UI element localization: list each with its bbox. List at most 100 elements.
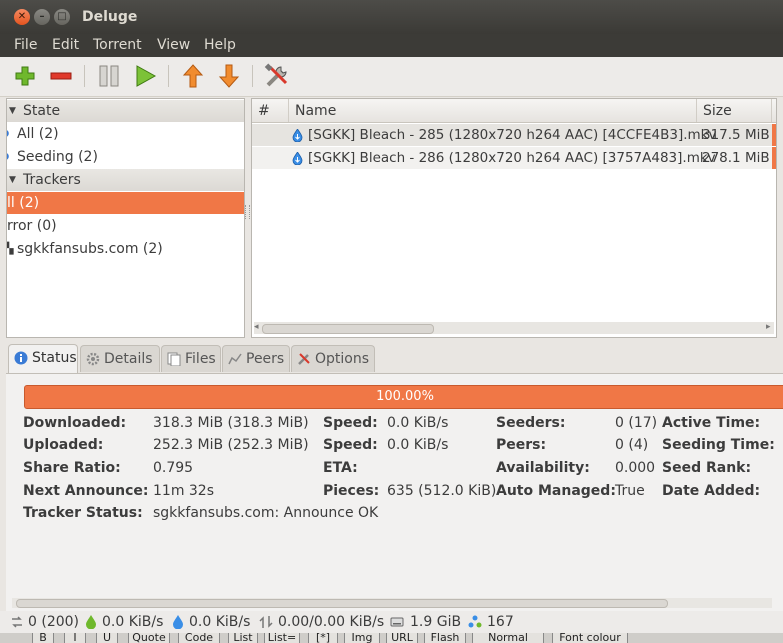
tab-status[interactable]: Status — [8, 344, 78, 373]
info-icon — [14, 351, 28, 365]
seeding-drop-icon — [292, 129, 303, 142]
upload-speed-value: 0.0 KiB/s — [387, 437, 449, 453]
download-speed-value: 0.0 KiB/s — [387, 415, 449, 431]
maximize-window-button[interactable]: □ — [54, 9, 70, 25]
peers-value: 0 (4) — [615, 437, 649, 453]
seeders-value: 0 (17) — [615, 415, 658, 431]
tracker-status-label: Tracker Status: — [23, 505, 143, 521]
auto-managed-label: Auto Managed: — [496, 483, 616, 499]
tab-files[interactable]: Files — [161, 345, 221, 372]
torrent-size: 278.1 MiB — [702, 150, 770, 166]
torrent-name: [SGKK] Bleach - 286 (1280x720 h264 AAC) … — [308, 150, 716, 166]
remove-torrent-button[interactable] — [48, 63, 74, 89]
sidebar-item-label: ll (2) — [7, 195, 40, 211]
pause-button[interactable] — [96, 63, 122, 89]
toolbar-separator — [252, 65, 253, 87]
expander-down-icon: ▼ — [9, 175, 16, 185]
menu-torrent[interactable]: Torrent — [93, 37, 142, 53]
download-speed-icon — [86, 615, 96, 629]
gear-icon — [86, 352, 100, 366]
bg-list-eq-button: List= — [264, 633, 300, 643]
tab-details[interactable]: Details — [80, 345, 160, 372]
torrent-list-hscrollbar[interactable]: ◂ ▸ — [254, 322, 774, 334]
tab-label: Options — [315, 351, 370, 367]
scroll-left-icon: ◂ — [254, 322, 259, 332]
toolbar — [0, 57, 783, 97]
expander-down-icon: ▼ — [9, 106, 16, 116]
active-time-label: Active Time: — [662, 415, 761, 431]
tab-label: Details — [104, 351, 153, 367]
eta-label: ETA: — [323, 460, 358, 476]
tab-label: Peers — [246, 351, 285, 367]
bg-font-size-select: Normal — [472, 633, 544, 643]
queue-down-icon — [218, 64, 240, 88]
bg-underline-button: U — [96, 633, 118, 643]
menu-edit[interactable]: Edit — [52, 37, 79, 53]
downloaded-value: 318.3 MiB (318.3 MiB) — [153, 415, 309, 431]
sidebar-item-trackers-all[interactable]: ll (2) — [7, 192, 244, 214]
torrent-row[interactable]: [SGKK] Bleach - 285 (1280x720 h264 AAC) … — [252, 124, 776, 146]
state-header[interactable]: ▼ State — [7, 100, 244, 122]
column-queue[interactable]: # — [252, 99, 289, 122]
column-label: Size — [703, 103, 732, 119]
bg-font-colour-button: Font colour — [552, 633, 628, 643]
progress-edge — [772, 124, 776, 146]
upload-speed-icon — [173, 615, 183, 629]
queue-down-button[interactable] — [216, 63, 242, 89]
preferences-button[interactable] — [264, 63, 290, 89]
status-panel: 100.00% Downloaded: 318.3 MiB (318.3 MiB… — [6, 373, 783, 624]
sidebar-item-seeding[interactable]: ◗ Seeding (2) — [7, 146, 244, 168]
status-hscrollbar[interactable] — [12, 598, 772, 608]
sidebar-item-all[interactable]: ◗ All (2) — [7, 123, 244, 145]
column-name[interactable]: Name — [289, 99, 697, 122]
scrollbar-thumb[interactable] — [262, 324, 434, 334]
minimize-window-button[interactable]: – — [34, 9, 50, 25]
queue-up-icon — [182, 64, 204, 88]
date-added-label: Date Added: — [662, 483, 761, 499]
protocol-traffic-value[interactable]: 0.00/0.00 KiB/s — [278, 614, 384, 630]
share-ratio-label: Share Ratio: — [23, 460, 121, 476]
pieces-value: 635 (512.0 KiB) — [387, 483, 497, 499]
menu-help[interactable]: Help — [204, 37, 236, 53]
bg-flash-button: Flash — [424, 633, 466, 643]
add-torrent-button[interactable] — [12, 63, 38, 89]
seeding-time-label: Seeding Time: — [662, 437, 775, 453]
column-size[interactable]: Size — [697, 99, 772, 122]
connections-value[interactable]: 0 (200) — [28, 614, 79, 630]
menu-file[interactable]: File — [14, 37, 37, 53]
bg-bold-button: B — [32, 633, 54, 643]
torrent-list: # Name Size [SGKK] Bleach - 285 (1280x72… — [251, 98, 777, 338]
bg-quote-button: Quote — [128, 633, 170, 643]
disk-space-value[interactable]: 1.9 GiB — [410, 614, 461, 630]
uploaded-label: Uploaded: — [23, 437, 104, 453]
sidebar-item-label: rror (0) — [7, 218, 57, 234]
menu-bar: File Edit Torrent View Help — [0, 34, 783, 57]
sidebar-item-label: Seeding (2) — [17, 149, 98, 165]
share-ratio-value: 0.795 — [153, 460, 194, 476]
queue-up-button[interactable] — [180, 63, 206, 89]
menu-view[interactable]: View — [157, 37, 190, 53]
files-icon — [167, 352, 181, 366]
dht-nodes-value[interactable]: 167 — [487, 614, 514, 630]
sidebar-item-tracker-host[interactable]: ▚ sgkkfansubs.com (2) — [7, 238, 244, 260]
remove-icon — [50, 72, 72, 80]
upload-speed-status[interactable]: 0.0 KiB/s — [189, 614, 250, 630]
tab-options[interactable]: Options — [291, 345, 375, 372]
torrent-row[interactable]: [SGKK] Bleach - 286 (1280x720 h264 AAC) … — [252, 147, 776, 169]
add-icon — [15, 66, 35, 86]
torrent-list-header: # Name Size — [252, 99, 776, 123]
sidebar-item-error[interactable]: rror (0) — [7, 215, 244, 237]
download-speed-status[interactable]: 0.0 KiB/s — [102, 614, 163, 630]
scrollbar-thumb[interactable] — [16, 599, 668, 608]
tab-peers[interactable]: Peers — [222, 345, 290, 372]
sidebar-item-label: All (2) — [17, 126, 59, 142]
bg-list-item-button: [*] — [308, 633, 338, 643]
downloaded-label: Downloaded: — [23, 415, 127, 431]
trackers-header[interactable]: ▼ Trackers — [7, 169, 244, 191]
details-tabs: Status Details Files Peers Options — [6, 344, 783, 373]
tab-label: Files — [185, 351, 216, 367]
close-window-button[interactable]: ✕ — [14, 9, 30, 25]
pane-resize-handle[interactable] — [245, 205, 250, 219]
peers-label: Peers: — [496, 437, 547, 453]
resume-button[interactable] — [132, 63, 158, 89]
